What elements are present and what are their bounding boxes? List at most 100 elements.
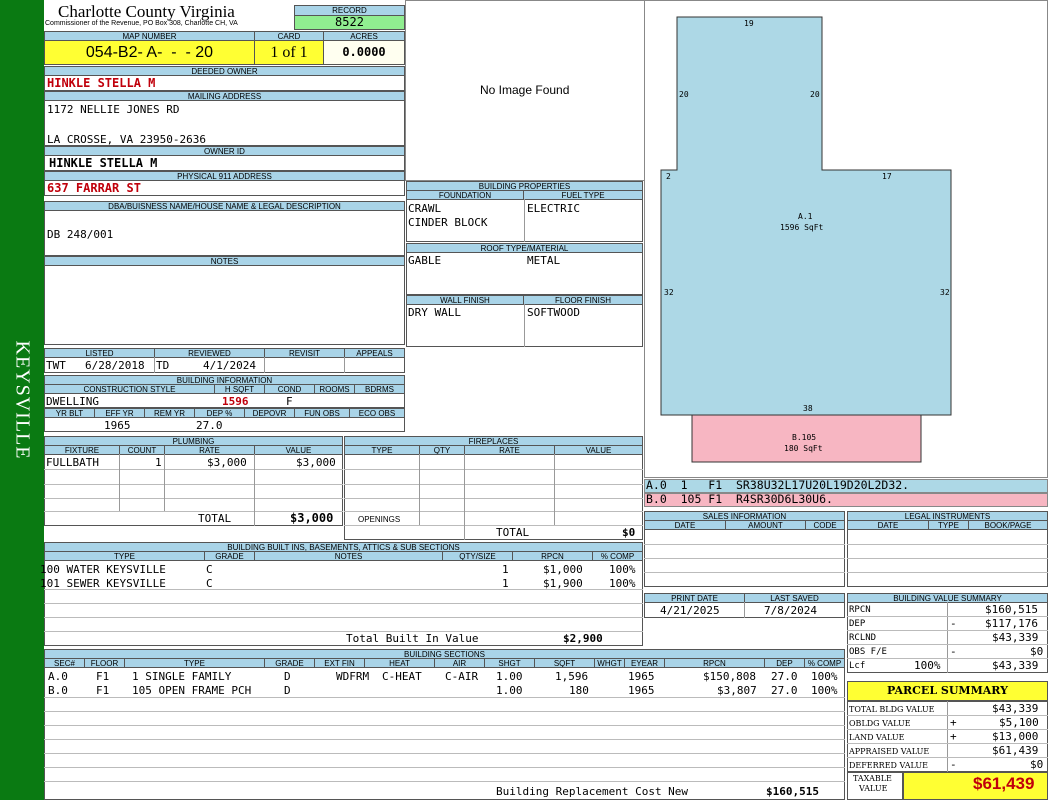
plumbing-rate: $3,000 <box>207 456 247 469</box>
map-value: 054-B2- A- - - 20 <box>44 40 255 65</box>
building-sketch <box>660 16 952 463</box>
dba-value: DB 248/001 <box>47 228 114 241</box>
sketch-dim: 32 <box>940 288 950 297</box>
last-saved: 7/8/2024 <box>764 604 817 617</box>
divider <box>524 199 525 242</box>
sketch-b-area: 180 SqFt <box>784 444 823 453</box>
ps-taxable: $61,439 <box>973 774 1035 793</box>
sketch-dim: 17 <box>882 172 892 181</box>
divider <box>254 454 255 526</box>
sec-a-type: 1 SINGLE FAMILY <box>132 670 232 683</box>
sec-b-dep: 27.0 <box>771 684 798 697</box>
sec-a-rpcn: $150,808 <box>703 670 756 683</box>
props-foundation1: CRAWL <box>408 202 442 215</box>
ps-total-bldg-label: TOTAL BLDG VALUE <box>849 705 935 714</box>
sec-a-floor: F1 <box>96 670 110 683</box>
fp-total: $0 <box>622 526 636 539</box>
plumbing-count: 1 <box>155 456 162 469</box>
sketch-dim: 2 <box>666 172 671 181</box>
mailing-line1: 1172 NELLIE JONES RD <box>47 103 180 116</box>
ps-land-sign: + <box>950 730 957 743</box>
divider <box>264 357 265 373</box>
fp-openings: OPENINGS <box>358 515 401 524</box>
row-line <box>344 469 643 470</box>
reviewed-by: TD <box>156 359 170 372</box>
county-name: Charlotte County Virginia <box>58 2 235 21</box>
divider <box>744 602 745 618</box>
sketch-dim: 20 <box>810 90 820 99</box>
plumbing-value: $3,000 <box>296 456 336 469</box>
record-value: 8522 <box>294 15 405 30</box>
row-line <box>44 498 343 499</box>
ps-taxable-label2: VALUE <box>859 784 888 793</box>
props-fuel: ELECTRIC <box>527 202 580 215</box>
vs-dep-sign: - <box>950 617 957 630</box>
sketch-b-label: B.105 <box>792 433 817 442</box>
divider <box>154 357 155 373</box>
sec-a-eyear: 1965 <box>628 670 655 683</box>
sec-a-comp: 100% <box>811 670 838 683</box>
listed-date: 6/28/2018 <box>85 359 145 372</box>
ps-obldg-label: OBLDG VALUE <box>849 719 911 728</box>
vector-b: B.0 105 F1 R4SR30D6L30U6. <box>646 492 833 506</box>
bii-row-rpcn: $1,900 <box>543 577 583 590</box>
row-line <box>344 511 643 512</box>
divider <box>947 602 948 673</box>
row-line <box>847 558 1048 559</box>
vs-rpcn: $160,515 <box>985 603 1038 616</box>
bii-row-qty: 1 <box>502 563 509 576</box>
row-line <box>44 469 343 470</box>
bi-hsqft: 1596 <box>222 395 249 408</box>
bii-row-type: 101 SEWER KEYSVILLE <box>40 577 166 590</box>
vs-obs-sign: - <box>950 645 957 658</box>
listed-by: TWT <box>46 359 66 372</box>
divider <box>464 454 465 540</box>
sec-b-grade: D <box>284 684 291 697</box>
props-floor: SOFTWOOD <box>527 306 580 319</box>
sec-a-dep: 27.0 <box>771 670 798 683</box>
sec-b-sec: B.0 <box>48 684 68 697</box>
owner-value: HINKLE STELLA M <box>47 76 156 90</box>
ps-land-label: LAND VALUE <box>849 733 905 742</box>
props-foundation2: CINDER BLOCK <box>408 216 488 229</box>
row-line <box>44 617 643 618</box>
vs-lcf: $43,339 <box>992 659 1039 672</box>
ps-deferred-sign: - <box>950 758 957 771</box>
sec-b-floor: F1 <box>96 684 110 697</box>
ps-taxable-label1: TAXABLE <box>853 774 892 783</box>
ps-obldg: $5,100 <box>999 716 1039 729</box>
ps-appraised: $61,439 <box>992 744 1039 757</box>
ps-obldg-sign: + <box>950 716 957 729</box>
row-line <box>44 697 845 698</box>
row-line <box>44 484 343 485</box>
row-line <box>44 711 845 712</box>
vs-obs-label: OBS F/E <box>849 647 887 657</box>
sections-total: $160,515 <box>766 785 819 798</box>
notes-box <box>44 265 405 345</box>
plumbing-fixture: FULLBATH <box>46 456 99 469</box>
ps-total-bldg: $43,339 <box>992 702 1039 715</box>
sketch-dim: 20 <box>679 90 689 99</box>
side-label: KEYSVILLE <box>11 340 34 460</box>
row-line <box>644 558 845 559</box>
row-line <box>344 498 643 499</box>
county-sub: Commissioner of the Revenue, PO Box 308,… <box>45 20 238 27</box>
row-line <box>847 644 1048 645</box>
mailing-line2: LA CROSSE, VA 23950-2636 <box>47 133 206 146</box>
divider <box>554 454 555 525</box>
sec-b-type: 105 OPEN FRAME PCH <box>132 684 252 697</box>
props-roof-mat: METAL <box>527 254 561 267</box>
bii-row-grade: C <box>206 577 213 590</box>
sketch-dim: 19 <box>744 19 754 28</box>
fireplaces-table <box>344 454 643 540</box>
sec-b-shgt: 1.00 <box>496 684 523 697</box>
row-line <box>44 753 845 754</box>
reviewed-date: 4/1/2024 <box>203 359 256 372</box>
divider <box>524 304 525 347</box>
sec-b-sqft: 180 <box>569 684 589 697</box>
vs-rclnd-label: RCLND <box>849 633 877 643</box>
bii-row-type: 100 WATER KEYSVILLE <box>40 563 166 576</box>
sec-a-sqft: 1,596 <box>555 670 589 683</box>
divider <box>419 454 420 525</box>
bi-style: DWELLING <box>46 395 99 408</box>
